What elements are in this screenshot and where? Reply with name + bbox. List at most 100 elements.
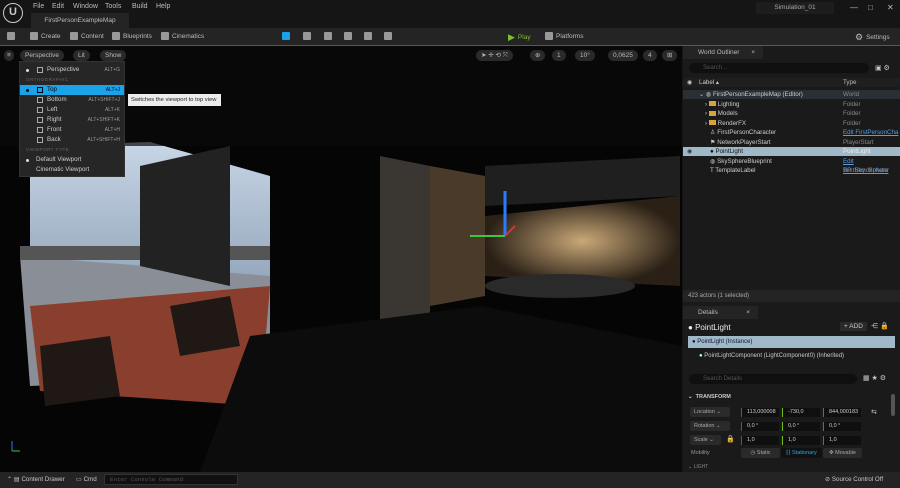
map-tab[interactable]: FirstPersonExampleMap — [31, 13, 129, 28]
scale-snap-button[interactable]: 0,0625 — [608, 50, 638, 61]
details-search-input[interactable]: Search Details — [689, 374, 857, 384]
location-dropdown[interactable]: Location ⌄ — [690, 407, 730, 417]
tab-world-outliner[interactable]: World Outliner × — [683, 46, 763, 59]
rotation-z[interactable]: 0,0 ° — [823, 422, 861, 431]
mobility-static[interactable]: ◷ Static — [741, 448, 780, 458]
level-viewport[interactable]: ≡ Perspective Lit Show ➤ ✛ ⟲ ⤧ ⊕ 1 10° 0… — [0, 46, 682, 472]
foliage-mode-button[interactable] — [324, 32, 332, 40]
outliner-search-input[interactable]: Search... — [689, 63, 869, 73]
platforms-button[interactable]: Platforms — [545, 32, 583, 40]
create-button[interactable]: Create — [30, 32, 61, 40]
rotation-y[interactable]: 0,0 ° — [782, 422, 820, 431]
menu-item-left[interactable]: Left ALT+K — [20, 105, 124, 115]
minimize-button[interactable]: — — [850, 3, 858, 12]
edit-blueprint-link[interactable]: Edit FirstPersonCha — [843, 128, 898, 137]
details-options-icons[interactable]: ▦ ★ ⚙ — [863, 374, 886, 382]
scale-dropdown[interactable]: Scale ⌄ — [690, 435, 721, 445]
rotation-dropdown[interactable]: Rotation ⌄ — [690, 421, 730, 431]
outliner-row[interactable]: ◍ SkySphereBlueprint Edit BP_Sky_Sphere — [683, 157, 900, 174]
outliner-row[interactable]: ♙ FirstPersonCharacter Edit FirstPersonCh… — [683, 128, 900, 137]
tab-details[interactable]: Details × — [683, 306, 758, 319]
light-section[interactable]: ⌄ LIGHT — [688, 464, 708, 470]
close-tab-icon[interactable]: × — [746, 306, 750, 319]
menu-help[interactable]: Help — [156, 3, 170, 10]
transform-section[interactable]: ⌄ TRANSFORM — [688, 394, 731, 400]
play-icon: ▶ — [508, 32, 515, 42]
component-row[interactable]: ● PointLightComponent (LightComponent0) … — [699, 353, 844, 359]
scale-y[interactable]: 1,0 — [782, 436, 820, 445]
outliner-row[interactable]: ⚑ NetworkPlayerStart PlayerStart — [683, 138, 900, 147]
menu-item-cinematic-viewport[interactable]: Cinematic Viewport — [20, 165, 124, 175]
cinematics-label: Cinematics — [172, 32, 205, 40]
unreal-logo[interactable]: U — [3, 3, 23, 23]
perspective-button[interactable]: Perspective — [20, 50, 64, 61]
rotation-snap-button[interactable]: 10° — [575, 50, 595, 61]
col-label[interactable]: Label ▴ — [699, 78, 719, 87]
mesh-paint-button[interactable] — [344, 32, 352, 40]
fracture-button[interactable] — [384, 32, 392, 40]
visibility-icon[interactable]: ◉ — [687, 147, 692, 156]
add-component-button[interactable]: + ADD — [840, 322, 867, 331]
settings-button[interactable]: ⚙ Settings — [855, 32, 890, 43]
world-local-toggle[interactable]: ⊕ — [530, 50, 546, 61]
menu-edit[interactable]: Edit — [52, 3, 64, 10]
play-button[interactable]: ▶ Play — [508, 32, 531, 43]
outliner-row[interactable]: › RenderFX Folder — [683, 119, 900, 128]
content-button[interactable]: Content — [70, 32, 104, 40]
location-x[interactable]: 113,000008 — [741, 408, 779, 417]
camera-speed-button[interactable]: 4 — [643, 50, 657, 61]
menu-item-back[interactable]: Back ALT+SHIFT+H — [20, 135, 124, 145]
col-type[interactable]: Type — [843, 78, 856, 87]
location-z[interactable]: 844,000183 — [823, 408, 861, 417]
menu-item-perspective[interactable]: Perspective ALT+G — [20, 65, 124, 75]
cinematics-button[interactable]: Cinematics — [161, 32, 204, 40]
close-tab-icon[interactable]: × — [751, 46, 755, 59]
select-mode-button[interactable] — [282, 32, 290, 40]
menu-item-front[interactable]: Front ALT+H — [20, 125, 124, 135]
scale-x[interactable]: 1,0 — [741, 436, 779, 445]
location-y[interactable]: -730,0 — [782, 408, 820, 417]
scale-z[interactable]: 1,0 — [823, 436, 861, 445]
menu-file[interactable]: File — [33, 3, 44, 10]
reset-icon[interactable]: ⇆ — [871, 408, 877, 416]
cmd-button[interactable]: ▭ Cmd — [76, 476, 97, 483]
blueprints-button[interactable]: Blueprints — [112, 32, 152, 40]
rotation-x[interactable]: 0,0 ° — [741, 422, 779, 431]
layout-button[interactable]: ⊞ — [662, 50, 678, 61]
save-button[interactable] — [7, 32, 15, 40]
menu-item-top[interactable]: Top ALT+J — [20, 85, 124, 95]
lock-icon[interactable]: 🔒 — [726, 435, 735, 443]
console-input[interactable]: Enter Console Command — [104, 474, 238, 485]
menu-item-right[interactable]: Right ALT+SHIFT+K — [20, 115, 124, 125]
mobility-movable[interactable]: ✥ Movable — [823, 448, 862, 458]
viewport-options-button[interactable]: ≡ — [4, 50, 14, 61]
menu-build[interactable]: Build — [132, 3, 148, 10]
blueprint-button[interactable]: ⋲ 🔒 — [871, 322, 889, 330]
add-folder-icon[interactable]: ▣ ⚙ — [875, 64, 890, 72]
transform-tools[interactable]: ➤ ✛ ⟲ ⤧ — [476, 50, 513, 61]
menu-tools[interactable]: Tools — [105, 3, 121, 10]
outliner-row[interactable]: › Lighting Folder — [683, 100, 900, 109]
menu-item-default-viewport[interactable]: Default Viewport — [20, 155, 124, 165]
grid-snap-button[interactable]: 1 — [552, 50, 566, 61]
source-control-button[interactable]: ⊘ Source Control Off — [825, 476, 883, 483]
component-instance-row[interactable]: ● PointLight (Instance) — [688, 336, 895, 348]
maximize-button[interactable]: □ — [868, 3, 873, 12]
landscape-mode-button[interactable] — [303, 32, 311, 40]
foliage-icon — [324, 32, 332, 40]
outliner-row[interactable]: T TemplateLabel TextRenderActor — [683, 166, 900, 175]
details-scrollbar[interactable] — [891, 394, 895, 416]
menu-item-bottom[interactable]: Bottom ALT+SHIFT+J — [20, 95, 124, 105]
light-icon: ● — [699, 353, 703, 359]
outliner-row[interactable]: › Models Folder — [683, 109, 900, 118]
menu-window[interactable]: Window — [73, 3, 98, 10]
mobility-stationary[interactable]: ⁅⁆ Stationary — [781, 448, 822, 458]
outliner-row[interactable]: ⌄ ◍ FirstPersonExampleMap (Editor) World — [683, 90, 900, 100]
close-button[interactable]: ✕ — [887, 3, 894, 12]
show-button[interactable]: Show — [100, 50, 127, 61]
modeling-button[interactable] — [364, 32, 372, 40]
lit-button[interactable]: Lit — [73, 50, 90, 61]
row-label: Models — [717, 110, 738, 117]
content-drawer-button[interactable]: ⌃ ▤ Content Drawer — [7, 476, 65, 483]
outliner-row-selected[interactable]: ◉ ● PointLight PointLight — [683, 147, 900, 157]
